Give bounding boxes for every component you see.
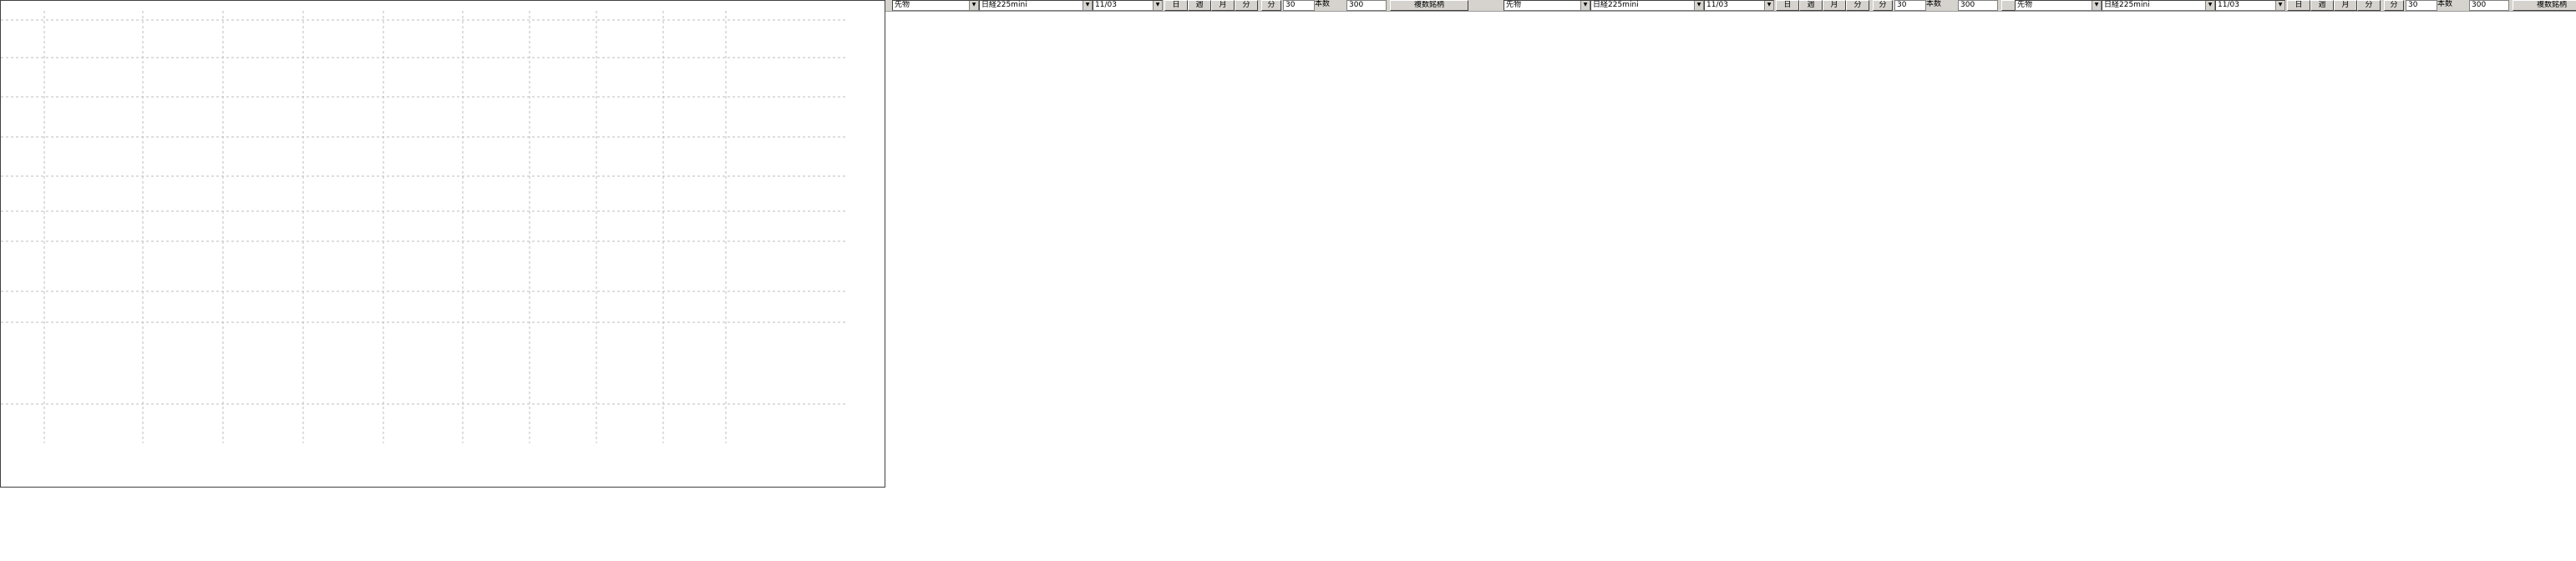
toolbar-label: 本数	[1926, 0, 1955, 9]
toolbar-button-週[interactable]: 週	[1799, 0, 1823, 11]
symbol-dropdown-2[interactable]: 11/03▼	[2215, 0, 2285, 11]
toolbar-button-月[interactable]: 月	[1211, 0, 1235, 11]
toolbar-button-複数銘柄[interactable]: 複数銘柄	[2513, 0, 2576, 11]
toolbar-field-8[interactable]: 30	[1894, 0, 1926, 11]
chevron-down-icon[interactable]: ▼	[2205, 1, 2214, 10]
symbol-dropdown-1[interactable]: 日経225mini▼	[2102, 0, 2215, 11]
toolbar-button-分[interactable]: 分	[2384, 0, 2404, 11]
toolbar-button-日[interactable]: 日	[1164, 0, 1188, 11]
toolbar-button-日[interactable]: 日	[1776, 0, 1799, 11]
toolbar-button-複数銘柄[interactable]: 複数銘柄	[1390, 0, 1468, 11]
toolbar-field-10[interactable]: 300	[1346, 0, 1387, 11]
symbol-dropdown-0[interactable]: 先物▼	[892, 0, 979, 11]
chart-canvas-1	[1, 1, 885, 487]
symbol-dropdown-2[interactable]: 11/03▼	[1093, 0, 1163, 11]
chevron-down-icon[interactable]: ▼	[1153, 1, 1162, 10]
toolbar-button-分[interactable]: 分	[2357, 0, 2381, 11]
symbol-dropdown-1[interactable]: 日経225mini▼	[1590, 0, 1704, 11]
chevron-down-icon[interactable]: ▼	[2275, 1, 2284, 10]
chevron-down-icon[interactable]: ▼	[969, 1, 978, 10]
chevron-down-icon[interactable]: ▼	[1083, 1, 1092, 10]
toolbar-button-分[interactable]: 分	[1846, 0, 1869, 11]
toolbar-button-分[interactable]: 分	[1235, 0, 1258, 11]
trading-app-workspace: 先物▼日経225mini▼11/03▼日週月分分30本数300複数銘柄先物▼日経…	[0, 0, 2576, 561]
symbol-dropdown-0[interactable]: 先物▼	[2015, 0, 2102, 11]
toolbar-field-10[interactable]: 300	[2469, 0, 2509, 11]
symbol-dropdown-0[interactable]: 先物▼	[1504, 0, 1590, 11]
toolbar-label: 本数	[1315, 0, 1343, 9]
toolbar-button-日[interactable]: 日	[2287, 0, 2310, 11]
toolbar-field-8[interactable]: 30	[2406, 0, 2437, 11]
application-toolbar: 先物▼日経225mini▼11/03▼日週月分分30本数300複数銘柄先物▼日経…	[884, 0, 2576, 12]
toolbar-button-週[interactable]: 週	[1188, 0, 1211, 11]
chevron-down-icon[interactable]: ▼	[1764, 1, 1773, 10]
toolbar-button-週[interactable]: 週	[2310, 0, 2334, 11]
symbol-dropdown-2[interactable]: 11/03▼	[1704, 0, 1774, 11]
toolbar-field-8[interactable]: 30	[1283, 0, 1315, 11]
chevron-down-icon[interactable]: ▼	[1694, 1, 1703, 10]
toolbar-button-分[interactable]: 分	[1873, 0, 1893, 11]
toolbar-button-月[interactable]: 月	[2334, 0, 2357, 11]
chart-window-1	[0, 0, 885, 488]
toolbar-button-分[interactable]: 分	[1261, 0, 1281, 11]
chevron-down-icon[interactable]: ▼	[2092, 1, 2101, 10]
symbol-dropdown-1[interactable]: 日経225mini▼	[979, 0, 1093, 11]
toolbar-label: 本数	[2437, 0, 2466, 9]
chevron-down-icon[interactable]: ▼	[1580, 1, 1590, 10]
toolbar-field-10[interactable]: 300	[1958, 0, 1998, 11]
toolbar-button-月[interactable]: 月	[1823, 0, 1846, 11]
